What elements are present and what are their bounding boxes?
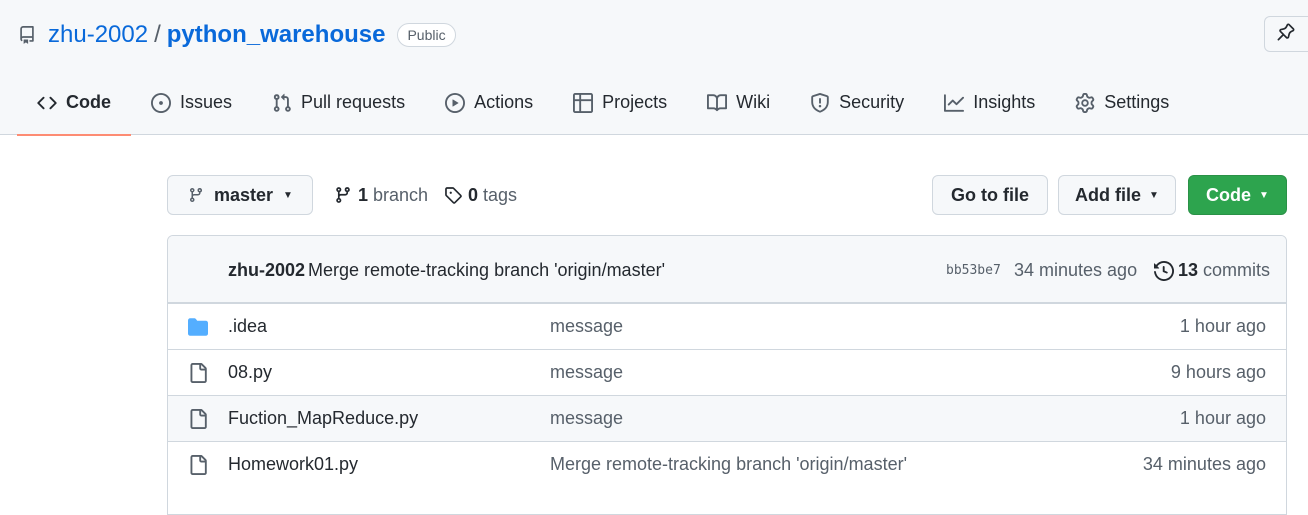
go-to-file-label: Go to file	[951, 184, 1029, 205]
commit-label: commits	[1203, 260, 1271, 280]
git-branch-icon	[334, 186, 352, 204]
file-browser: zhu-2002 Merge remote-tracking branch 'o…	[167, 235, 1287, 515]
tab-actions[interactable]: Actions	[425, 80, 553, 135]
code-dropdown-button[interactable]: Code ▼	[1188, 175, 1287, 215]
tab-wiki-label: Wiki	[736, 92, 771, 112]
tab-insights-label: Insights	[973, 92, 1036, 112]
tab-code-label: Code	[66, 92, 111, 112]
file-icon	[188, 409, 208, 429]
commit-sha[interactable]: bb53be7	[946, 263, 1001, 278]
tab-projects[interactable]: Projects	[553, 80, 687, 135]
commits-link[interactable]: 13 commits	[1154, 260, 1270, 281]
file-commit-message[interactable]: Merge remote-tracking branch 'origin/mas…	[550, 454, 907, 475]
file-name-link[interactable]: 08.py	[228, 362, 272, 383]
caret-down-icon: ▼	[1259, 189, 1269, 201]
tab-pull-requests[interactable]: Pull requests	[252, 80, 425, 135]
commit-count: 13	[1178, 260, 1199, 280]
repo-owner-link[interactable]: zhu-2002	[48, 21, 148, 49]
tab-settings-label: Settings	[1104, 92, 1170, 112]
book-icon	[707, 93, 728, 113]
file-name-link[interactable]: Homework01.py	[228, 454, 358, 475]
file-name-link[interactable]: .idea	[228, 316, 267, 337]
file-row[interactable]: .idea message 1 hour ago	[168, 303, 1286, 349]
repo-title: zhu-2002 / python_warehouse Public	[18, 18, 456, 52]
folder-icon	[188, 317, 208, 337]
file-icon	[188, 363, 208, 383]
repo-name-link[interactable]: python_warehouse	[167, 21, 386, 49]
tag-label: tags	[483, 184, 518, 205]
caret-down-icon: ▼	[1149, 189, 1159, 201]
visibility-badge: Public	[397, 23, 456, 47]
tab-security[interactable]: Security	[790, 80, 924, 135]
go-to-file-button[interactable]: Go to file	[932, 175, 1048, 215]
tab-code[interactable]: Code	[17, 80, 131, 136]
commit-author[interactable]: zhu-2002	[228, 260, 305, 281]
tab-settings[interactable]: Settings	[1055, 80, 1189, 135]
branch-count: 1	[358, 184, 369, 205]
add-file-button[interactable]: Add file ▼	[1058, 175, 1176, 215]
branch-name: master	[214, 184, 274, 205]
caret-down-icon: ▼	[283, 189, 293, 201]
tab-insights[interactable]: Insights	[924, 80, 1055, 135]
file-commit-message[interactable]: message	[550, 316, 623, 337]
tag-icon	[444, 186, 462, 204]
table-icon	[573, 93, 594, 113]
git-branch-icon	[188, 187, 204, 203]
commit-time: 34 minutes ago	[1014, 260, 1138, 280]
latest-commit-bar: zhu-2002 Merge remote-tracking branch 'o…	[168, 236, 1286, 303]
branch-select-button[interactable]: master ▼	[167, 175, 313, 215]
code-icon	[37, 93, 57, 113]
play-icon	[445, 93, 466, 113]
branches-link[interactable]: 1 branch	[334, 182, 428, 208]
file-icon	[188, 455, 208, 475]
tab-security-label: Security	[839, 92, 905, 112]
file-row[interactable]: 08.py message 9 hours ago	[168, 349, 1286, 395]
tab-issues[interactable]: Issues	[131, 80, 252, 135]
repo-nav-tabs: Code Issues Pull requests Actions Projec…	[17, 80, 1189, 136]
history-icon	[1154, 260, 1174, 281]
tags-link[interactable]: 0 tags	[444, 182, 517, 208]
file-row[interactable]: Fuction_MapReduce.py message 1 hour ago	[168, 395, 1286, 441]
pin-icon	[1277, 23, 1295, 46]
branch-label: branch	[373, 184, 429, 205]
tab-projects-label: Projects	[602, 92, 668, 112]
repo-path-separator: /	[154, 21, 161, 48]
file-age: 34 minutes ago	[1142, 454, 1266, 474]
file-age: 1 hour ago	[1179, 316, 1266, 336]
git-pull-request-icon	[272, 93, 292, 113]
code-button-label: Code	[1206, 184, 1252, 205]
repo-header: zhu-2002 / python_warehouse Public Code …	[0, 0, 1308, 136]
commit-message[interactable]: Merge remote-tracking branch 'origin/mas…	[308, 260, 665, 281]
issue-opened-icon	[151, 93, 171, 113]
add-file-label: Add file	[1075, 184, 1142, 205]
tab-wiki[interactable]: Wiki	[687, 80, 790, 135]
tab-actions-label: Actions	[474, 92, 534, 112]
file-age: 9 hours ago	[1170, 362, 1266, 382]
tab-pull-requests-label: Pull requests	[301, 92, 406, 112]
repo-icon	[18, 25, 36, 45]
file-age: 1 hour ago	[1179, 408, 1266, 428]
tag-count: 0	[468, 184, 479, 205]
shield-icon	[810, 93, 830, 113]
file-row[interactable]: Homework01.py Merge remote-tracking bran…	[168, 441, 1286, 487]
file-name-link[interactable]: Fuction_MapReduce.py	[228, 408, 418, 429]
gear-icon	[1075, 93, 1095, 113]
file-commit-message[interactable]: message	[550, 408, 623, 429]
file-commit-message[interactable]: message	[550, 362, 623, 383]
pin-button[interactable]	[1264, 16, 1308, 52]
graph-icon	[944, 93, 965, 113]
tab-issues-label: Issues	[180, 92, 233, 112]
